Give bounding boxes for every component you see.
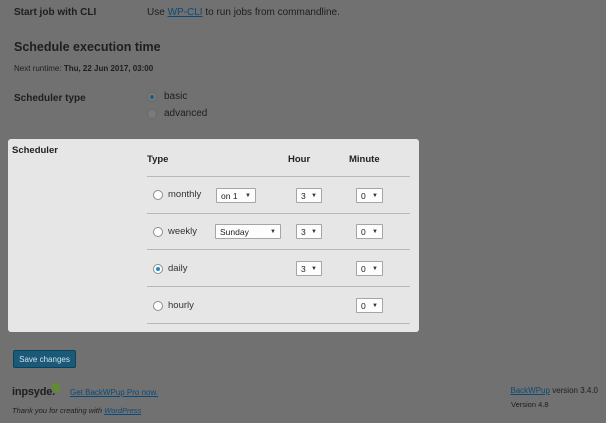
column-header-minute: Minute xyxy=(349,154,380,165)
thanks-prefix: Thank you for creating with xyxy=(12,406,103,415)
advanced-label: advanced xyxy=(164,108,208,119)
weekly-hour-select[interactable]: 3 ▼ xyxy=(296,224,322,239)
monthly-radio[interactable] xyxy=(153,190,163,200)
weekly-label: weekly xyxy=(168,226,198,237)
weekly-minute-select[interactable]: 0 ▼ xyxy=(356,224,383,239)
divider xyxy=(147,286,410,287)
daily-label: daily xyxy=(168,263,188,274)
weekly-minute-value: 0 xyxy=(361,226,366,237)
hourly-radio[interactable] xyxy=(153,301,163,311)
chevron-down-icon: ▼ xyxy=(311,265,317,272)
scheduler-type-basic[interactable]: basic xyxy=(147,91,187,102)
chevron-down-icon: ▼ xyxy=(372,228,378,235)
divider xyxy=(147,249,410,250)
wp-cli-link[interactable]: WP-CLI xyxy=(168,7,203,18)
section-title: Schedule execution time xyxy=(14,40,161,54)
weekly-hour-value: 3 xyxy=(301,226,306,237)
divider xyxy=(147,323,410,324)
advanced-radio[interactable] xyxy=(147,108,157,119)
save-changes-button[interactable]: Save changes xyxy=(13,350,76,368)
chevron-down-icon: ▼ xyxy=(372,265,378,272)
scheduler-panel: Scheduler Type Hour Minute monthly on 1 ▼… xyxy=(8,139,419,332)
monthly-hour-select[interactable]: 3 ▼ xyxy=(296,188,322,203)
cli-suffix: to run jobs from commandline. xyxy=(205,7,340,18)
wordpress-link[interactable]: WordPress xyxy=(104,406,141,415)
weekly-radio[interactable] xyxy=(153,227,163,237)
next-runtime-value: Thu, 22 Jun 2017, 03:00 xyxy=(63,64,154,73)
daily-hour-select[interactable]: 3 ▼ xyxy=(296,261,322,276)
backwpup-link[interactable]: BackWPup xyxy=(510,386,550,395)
scheduler-label: Scheduler xyxy=(12,145,58,156)
next-runtime: Next runtime: Thu, 22 Jun 2017, 03:00 xyxy=(14,64,153,73)
column-header-hour: Hour xyxy=(288,154,311,165)
inpsyde-logo: inpsyde. xyxy=(12,386,56,398)
monthly-day-value: on 1 xyxy=(221,190,238,201)
scheduler-type-advanced[interactable]: advanced xyxy=(147,108,207,119)
monthly-label: monthly xyxy=(168,189,202,200)
chevron-down-icon: ▼ xyxy=(372,302,378,309)
scheduler-type-label: Scheduler type xyxy=(14,93,86,104)
hourly-minute-select[interactable]: 0 ▼ xyxy=(356,298,383,313)
plugin-version: BackWPup version 3.4.0 xyxy=(510,386,598,395)
daily-minute-value: 0 xyxy=(361,263,366,274)
cli-prefix: Use xyxy=(147,7,165,18)
next-runtime-label: Next runtime: xyxy=(14,64,62,73)
chevron-down-icon: ▼ xyxy=(311,228,317,235)
monthly-hour-value: 3 xyxy=(301,190,306,201)
chevron-down-icon: ▼ xyxy=(372,192,378,199)
monthly-minute-value: 0 xyxy=(361,190,366,201)
plugin-version-number: version 3.4.0 xyxy=(552,386,598,395)
basic-radio[interactable] xyxy=(147,91,157,102)
daily-hour-value: 3 xyxy=(301,263,306,274)
divider xyxy=(147,176,410,177)
divider xyxy=(147,213,410,214)
column-header-type: Type xyxy=(147,154,169,165)
weekly-day-select[interactable]: Sunday ▼ xyxy=(215,224,281,239)
thanks-text: Thank you for creating with WordPress xyxy=(12,406,141,415)
weekly-day-value: Sunday xyxy=(220,226,249,237)
monthly-minute-select[interactable]: 0 ▼ xyxy=(356,188,383,203)
cli-label: Start job with CLI xyxy=(14,7,97,18)
hourly-minute-value: 0 xyxy=(361,300,366,311)
wp-version: Version 4.8 xyxy=(511,400,549,409)
chevron-down-icon: ▼ xyxy=(270,228,276,235)
hourly-label: hourly xyxy=(168,300,194,311)
daily-radio[interactable] xyxy=(153,264,163,274)
chevron-down-icon: ▼ xyxy=(311,192,317,199)
monthly-day-select[interactable]: on 1 ▼ xyxy=(216,188,256,203)
chevron-down-icon: ▼ xyxy=(245,192,251,199)
get-pro-link[interactable]: Get BackWPup Pro now. xyxy=(70,388,158,397)
basic-label: basic xyxy=(164,91,188,102)
cli-description: Use WP-CLI to run jobs from commandline. xyxy=(147,7,340,18)
daily-minute-select[interactable]: 0 ▼ xyxy=(356,261,383,276)
